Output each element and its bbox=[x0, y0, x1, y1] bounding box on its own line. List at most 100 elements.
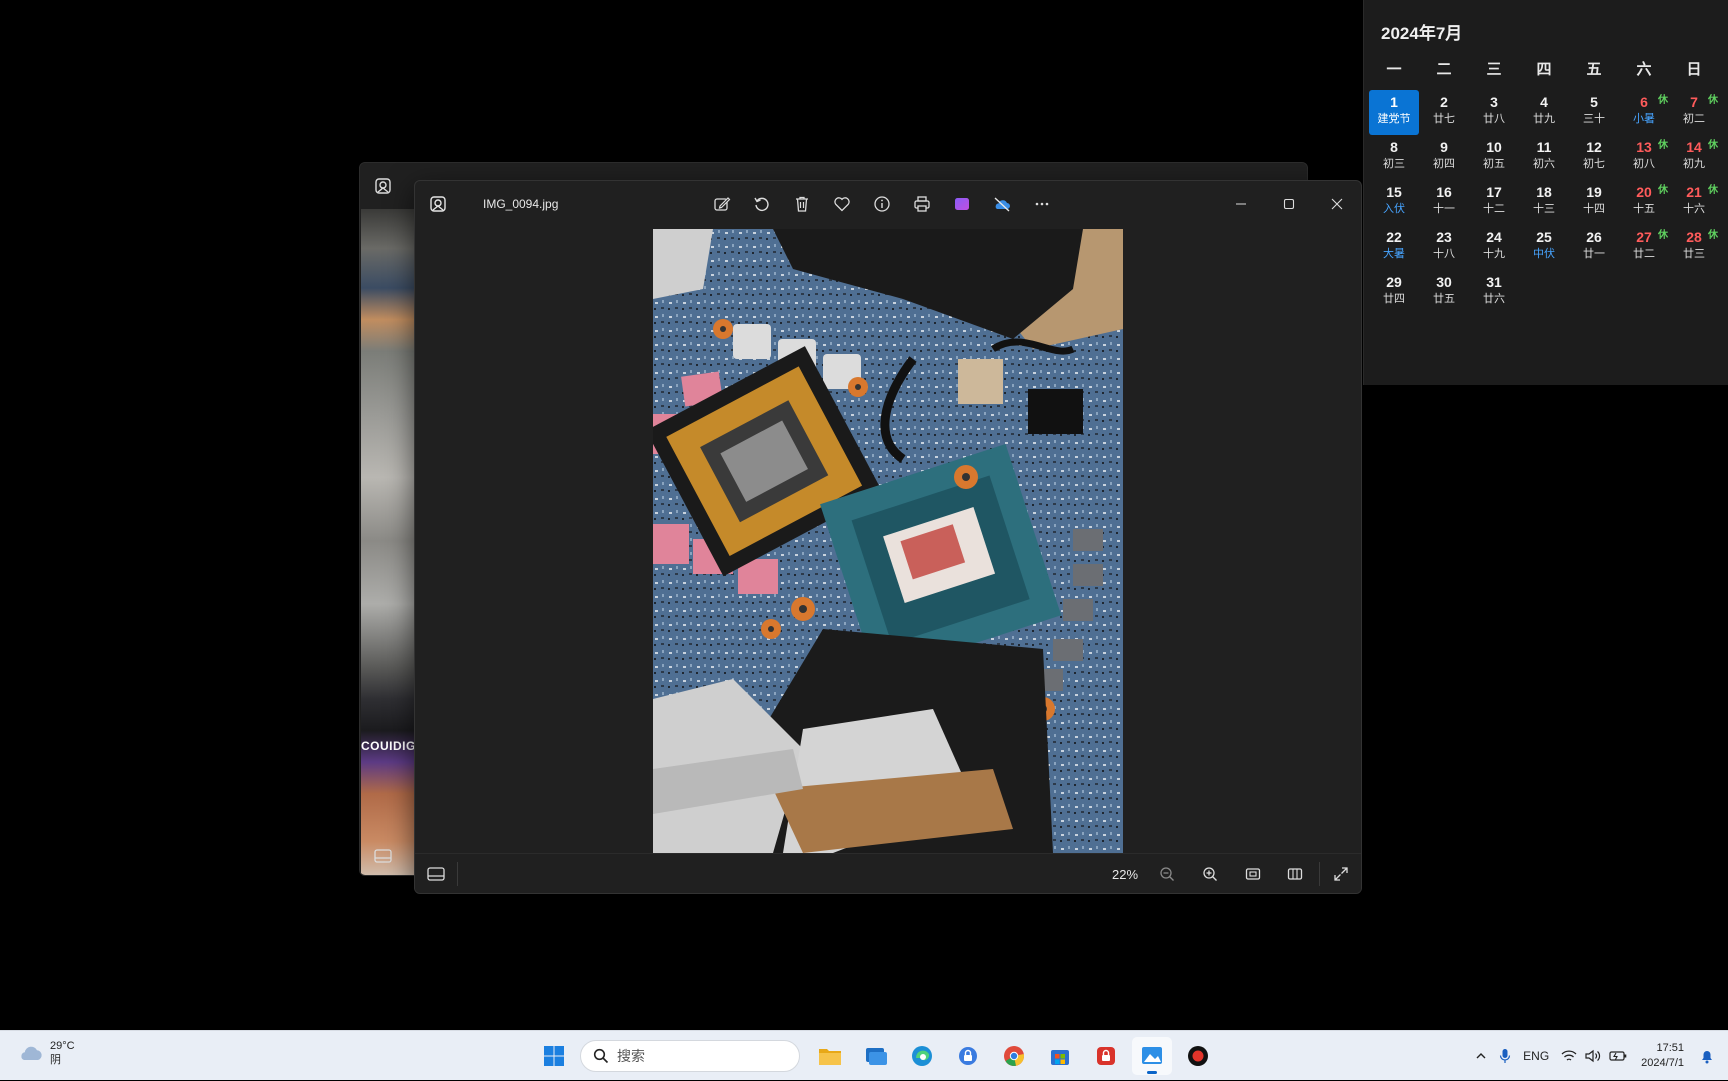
calendar-day[interactable]: 27 廿二休 bbox=[1619, 225, 1669, 270]
zoom-in-icon bbox=[1203, 867, 1217, 881]
minimize-icon bbox=[1236, 203, 1246, 205]
calendar-day[interactable]: 20 十五休 bbox=[1619, 180, 1669, 225]
taskbar-search[interactable]: 搜索 bbox=[580, 1040, 800, 1072]
calendar-day[interactable]: 26 廿一 bbox=[1569, 225, 1619, 270]
calendar-day[interactable]: 22 大暑 bbox=[1369, 225, 1419, 270]
rotate-button[interactable] bbox=[749, 191, 775, 217]
calendar-lunar-date: 廿五 bbox=[1433, 293, 1455, 305]
taskbar-file-explorer[interactable] bbox=[810, 1037, 850, 1075]
calendar-day[interactable]: 12 初七 bbox=[1569, 135, 1619, 180]
clipchamp-button[interactable] bbox=[949, 191, 975, 217]
calendar-lunar-date: 初三 bbox=[1383, 158, 1405, 170]
active-app-indicator bbox=[1147, 1071, 1157, 1074]
calendar-day[interactable]: 18 十三 bbox=[1519, 180, 1569, 225]
start-button[interactable] bbox=[534, 1037, 574, 1075]
fullscreen-button[interactable] bbox=[1330, 863, 1352, 885]
calendar-day[interactable]: 13 初八休 bbox=[1619, 135, 1669, 180]
onedrive-button[interactable] bbox=[989, 191, 1015, 217]
close-icon bbox=[1331, 198, 1343, 210]
calendar-day-number: 16 bbox=[1436, 184, 1452, 200]
favorite-button[interactable] bbox=[829, 191, 855, 217]
photos-titlebar[interactable]: IMG_0094.jpg bbox=[415, 181, 1361, 227]
fit-to-window-button[interactable] bbox=[1284, 863, 1306, 885]
calendar-day[interactable]: 1 建党节 bbox=[1369, 90, 1419, 135]
calendar-day[interactable]: 4 廿九 bbox=[1519, 90, 1569, 135]
taskbar-chrome[interactable] bbox=[994, 1037, 1034, 1075]
search-placeholder: 搜索 bbox=[617, 1048, 645, 1064]
more-options-button[interactable] bbox=[1029, 191, 1055, 217]
calendar-day[interactable]: 14 初九休 bbox=[1669, 135, 1719, 180]
close-button[interactable] bbox=[1313, 181, 1361, 227]
network-volume-battery-button[interactable] bbox=[1555, 1031, 1633, 1081]
rotate-icon bbox=[754, 197, 769, 211]
zoom-out-button[interactable] bbox=[1156, 863, 1178, 885]
holiday-rest-badge: 休 bbox=[1658, 185, 1668, 196]
security-icon bbox=[1097, 1047, 1115, 1065]
taskbar-security[interactable] bbox=[1086, 1037, 1126, 1075]
calendar-day[interactable]: 6 小暑休 bbox=[1619, 90, 1669, 135]
print-button[interactable] bbox=[909, 191, 935, 217]
taskbar-store[interactable] bbox=[1040, 1037, 1080, 1075]
filmstrip-icon[interactable] bbox=[374, 849, 392, 863]
info-button[interactable] bbox=[869, 191, 895, 217]
onedrive-icon bbox=[994, 197, 1010, 212]
calendar-day[interactable]: 17 十二 bbox=[1469, 180, 1519, 225]
calendar-weekday: 一 bbox=[1386, 61, 1402, 78]
taskbar-clock[interactable]: 17:51 2024/7/1 bbox=[1633, 1041, 1694, 1071]
wifi-icon bbox=[1561, 1050, 1577, 1061]
calendar-day[interactable]: 7 初二休 bbox=[1669, 90, 1719, 135]
calendar-day[interactable]: 21 十六休 bbox=[1669, 180, 1719, 225]
calendar-day-number: 30 bbox=[1436, 274, 1452, 290]
holiday-rest-badge: 休 bbox=[1658, 230, 1668, 241]
photo-viewer[interactable] bbox=[415, 227, 1361, 853]
input-language-button[interactable]: ENG bbox=[1517, 1031, 1555, 1081]
calendar-day[interactable]: 19 十四 bbox=[1569, 180, 1619, 225]
taskbar-apps: 搜索 bbox=[534, 1037, 1218, 1075]
calendar-day[interactable]: 23 十八 bbox=[1419, 225, 1469, 270]
taskbar: 29°C 阴 搜索 ENG 17:51 2024/7/1 bbox=[0, 1030, 1728, 1080]
edit-image-button[interactable] bbox=[709, 191, 735, 217]
maximize-button[interactable] bbox=[1265, 181, 1313, 227]
calendar-day[interactable]: 30 廿五 bbox=[1419, 270, 1469, 315]
taskbar-edge[interactable] bbox=[902, 1037, 942, 1075]
edge-icon bbox=[912, 1046, 932, 1066]
show-hidden-icons-button[interactable] bbox=[1469, 1031, 1493, 1081]
calendar-day[interactable]: 16 十一 bbox=[1419, 180, 1469, 225]
calendar-day[interactable]: 29 廿四 bbox=[1369, 270, 1419, 315]
zoom-level[interactable]: 22% bbox=[1112, 867, 1138, 882]
taskbar-recorder[interactable] bbox=[1178, 1037, 1218, 1075]
photos-window[interactable]: IMG_0094.jpg 22% bbox=[414, 180, 1362, 894]
microphone-button[interactable] bbox=[1493, 1031, 1517, 1081]
taskbar-terminal[interactable] bbox=[856, 1037, 896, 1075]
photos-app-icon bbox=[375, 178, 391, 194]
calendar-day[interactable]: 24 十九 bbox=[1469, 225, 1519, 270]
delete-button[interactable] bbox=[789, 191, 815, 217]
calendar-day[interactable]: 3 廿八 bbox=[1469, 90, 1519, 135]
calendar-lunar-date: 廿八 bbox=[1483, 113, 1505, 125]
actual-size-button[interactable] bbox=[1242, 863, 1264, 885]
calendar-day[interactable]: 9 初四 bbox=[1419, 135, 1469, 180]
clock-time: 17:51 bbox=[1656, 1042, 1684, 1054]
calendar-day-grid: 1 建党节 2 廿七 3 廿八 4 廿九 5 三十 6 小暑休 7 初二休 8 初三 9 初四 10 初五 11 初六 12… bbox=[1369, 90, 1719, 315]
calendar-day[interactable]: 8 初三 bbox=[1369, 135, 1419, 180]
calendar-day[interactable]: 11 初六 bbox=[1519, 135, 1569, 180]
calendar-day[interactable]: 28 廿三休 bbox=[1669, 225, 1719, 270]
weather-widget[interactable]: 29°C 阴 bbox=[18, 1039, 75, 1067]
taskbar-photos[interactable] bbox=[1132, 1037, 1172, 1075]
zoom-in-button[interactable] bbox=[1199, 863, 1221, 885]
calendar-day[interactable]: 10 初五 bbox=[1469, 135, 1519, 180]
weather-condition: 阴 bbox=[50, 1054, 61, 1066]
photo-image[interactable] bbox=[653, 229, 1123, 853]
cloud-icon bbox=[21, 1046, 42, 1060]
calendar-day[interactable]: 15 入伏 bbox=[1369, 180, 1419, 225]
calendar-flyout: 2024年7月 一 二 三 四 五 六 日 1 建党节 2 廿七 3 廿八 4 廿九 5 三十 6 小暑休 7 初二休… bbox=[1363, 0, 1728, 385]
calendar-lunar-date: 十一 bbox=[1433, 203, 1455, 215]
taskbar-vpn[interactable] bbox=[948, 1037, 988, 1075]
calendar-day[interactable]: 2 廿七 bbox=[1419, 90, 1469, 135]
calendar-day[interactable]: 25 中伏 bbox=[1519, 225, 1569, 270]
calendar-day[interactable]: 31 廿六 bbox=[1469, 270, 1519, 315]
notifications-button[interactable] bbox=[1694, 1031, 1728, 1081]
calendar-day[interactable]: 5 三十 bbox=[1569, 90, 1619, 135]
filmstrip-button[interactable] bbox=[425, 863, 447, 885]
minimize-button[interactable] bbox=[1217, 181, 1265, 227]
